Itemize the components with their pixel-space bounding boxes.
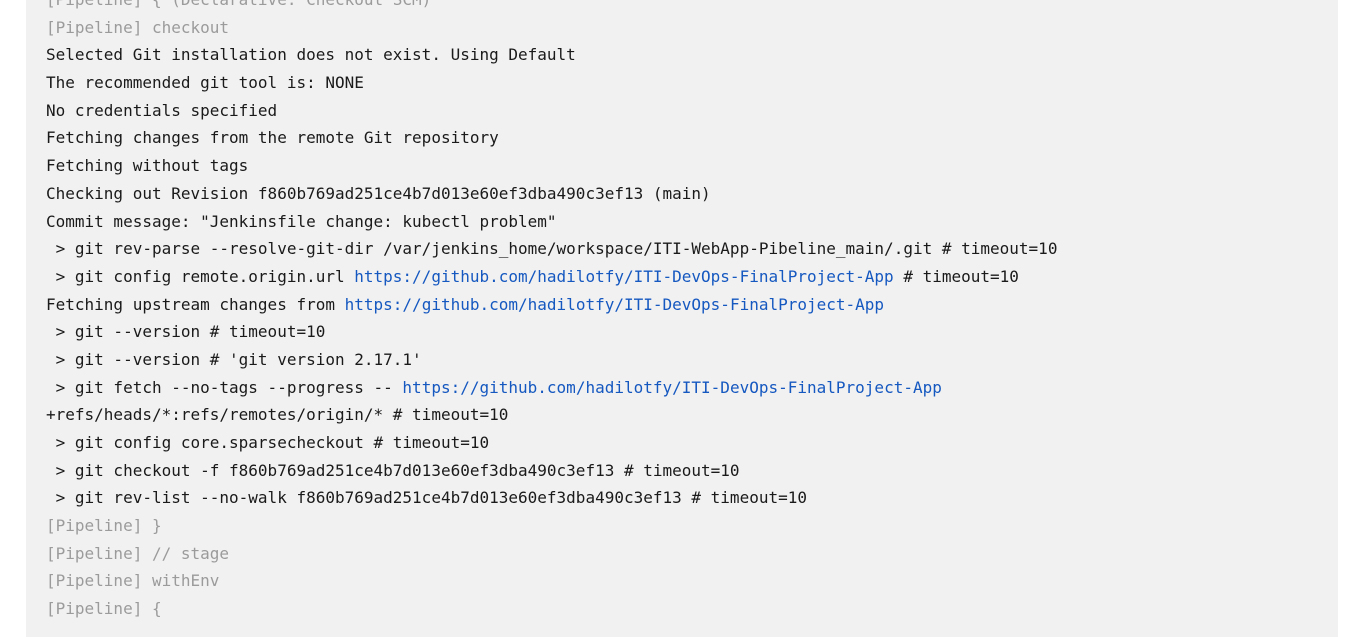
console-line: Commit message: "Jenkinsfile change: kub… — [46, 211, 557, 231]
console-text: Fetching upstream changes from — [46, 294, 345, 314]
console-text: > git fetch --no-tags --progress -- — [46, 377, 403, 397]
console-line: Checking out Revision f860b769ad251ce4b7… — [46, 183, 711, 203]
console-line: Fetching upstream changes from https://g… — [46, 291, 1338, 319]
repo-link[interactable]: https://github.com/hadilotfy/ITI-DevOps-… — [354, 267, 893, 286]
console-line: > git config core.sparsecheckout # timeo… — [46, 433, 490, 452]
repo-link[interactable]: https://github.com/hadilotfy/ITI-DevOps-… — [345, 295, 884, 314]
console-line: > git --version # 'git version 2.17.1' — [46, 349, 422, 369]
console-line: [Pipeline] } — [46, 516, 162, 536]
repo-link[interactable]: https://github.com/hadilotfy/ITI-DevOps-… — [402, 378, 941, 397]
console-line: Selected Git installation does not exist… — [46, 45, 576, 65]
console-line: > git rev-parse --resolve-git-dir /var/j… — [46, 239, 1058, 259]
console-line: > git fetch --no-tags --progress -- http… — [46, 374, 1338, 402]
console-line: > git --version # timeout=10 — [46, 322, 326, 342]
console-line: [Pipeline] { (Declarative: Checkout SCM) — [46, 0, 1338, 14]
console-line: [Pipeline] // stage — [46, 543, 230, 563]
console-line: No credentials specified — [46, 100, 278, 120]
console-text: > git config remote.origin.url — [46, 266, 355, 286]
console-line: > git config remote.origin.url https://g… — [46, 263, 1338, 291]
console-output: [Pipeline] { (Declarative: Checkout SCM)… — [26, 0, 1338, 637]
console-line: > git rev-list --no-walk f860b769ad251ce… — [46, 488, 807, 508]
console-text: # timeout=10 — [893, 266, 1019, 286]
console-line: > git checkout -f f860b769ad251ce4b7d013… — [46, 460, 740, 480]
console-line: [Pipeline] withEnv — [46, 571, 220, 591]
console-line: The recommended git tool is: NONE — [46, 73, 364, 93]
console-line: Fetching without tags — [46, 156, 249, 176]
console-line: +refs/heads/*:refs/remotes/origin/* # ti… — [46, 405, 509, 425]
console-line: Fetching changes from the remote Git rep… — [46, 128, 499, 148]
console-line: [Pipeline] checkout — [46, 17, 230, 37]
console-line: [Pipeline] { — [46, 599, 162, 619]
